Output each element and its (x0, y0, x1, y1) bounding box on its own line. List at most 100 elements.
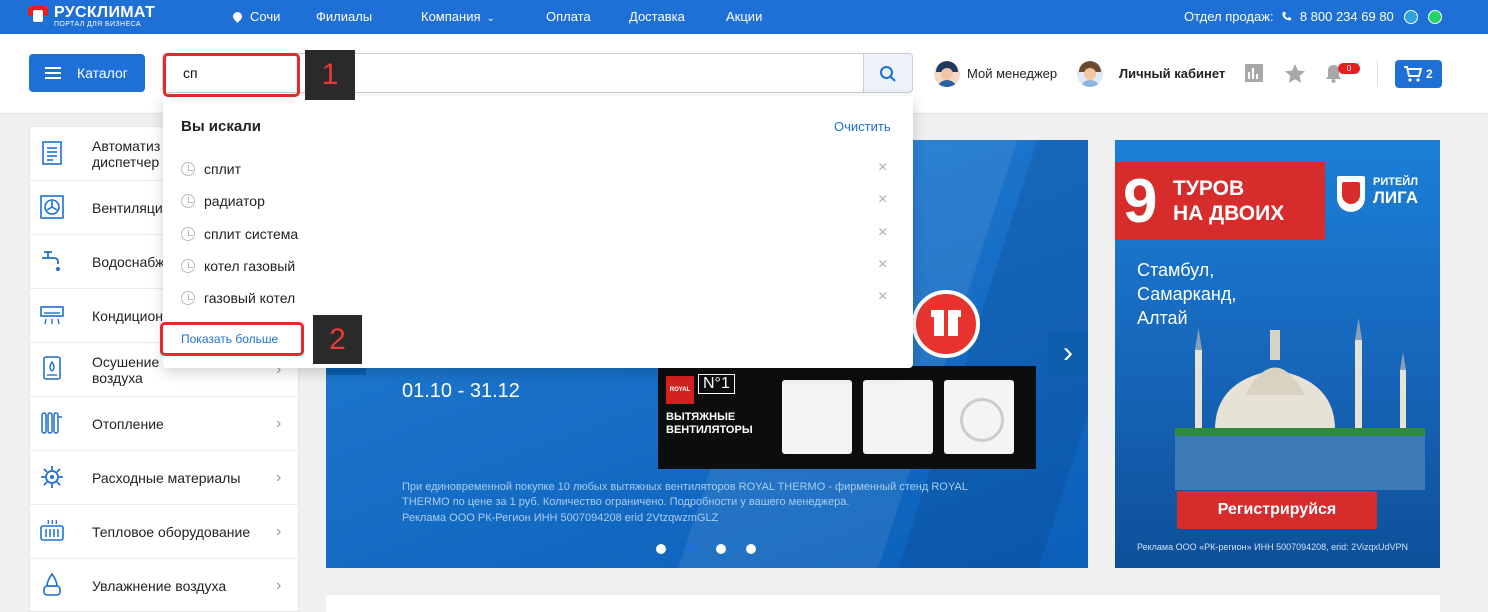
menu-icon (45, 67, 61, 79)
logo[interactable]: РУСКЛИМАТ ПОРТАЛ ДЛЯ БИЗНЕСА (28, 4, 178, 30)
chevron-right-icon: › (276, 415, 282, 432)
history-item-label: котел газовый (204, 258, 296, 274)
sales-label: Отдел продаж: (1184, 9, 1274, 24)
air-conditioner-icon (40, 306, 64, 325)
catalog-label: Каталог (77, 65, 128, 81)
gear-icon (41, 466, 63, 488)
liga-label-small: РИТЕЙЛ (1373, 176, 1418, 188)
history-item-label: радиатор (204, 193, 265, 209)
chevron-right-icon: › (276, 577, 282, 594)
mosque-illustration (1175, 318, 1425, 490)
gift-icon (912, 290, 980, 358)
notifications-badge: 0 (1338, 63, 1360, 74)
slider-dot[interactable] (716, 544, 726, 554)
register-button[interactable]: Регистрируйся (1177, 491, 1377, 529)
annotation-number-1: 1 (305, 50, 355, 100)
telegram-icon[interactable] (1404, 10, 1418, 24)
nav-branches[interactable]: Филиалы (316, 9, 372, 24)
logo-mark-icon (28, 6, 48, 26)
annotation-number-2: 2 (313, 315, 362, 364)
sidebar-item-consumables[interactable]: Расходные материалы › (30, 451, 300, 505)
automation-icon (42, 141, 62, 165)
sales-phone[interactable]: Отдел продаж: 8 800 234 69 80 (1184, 9, 1394, 24)
slider-dot[interactable] (656, 544, 666, 554)
remove-history-icon[interactable]: × (878, 224, 887, 242)
sidebar-item-label: Отопление (92, 416, 164, 432)
clock-icon (181, 227, 195, 241)
banner-date: 01.10 - 31.12 (402, 380, 520, 402)
heater-icon (40, 519, 64, 541)
whatsapp-icon[interactable] (1428, 10, 1442, 24)
remove-history-icon[interactable]: × (878, 288, 887, 306)
humidifier-icon (43, 572, 61, 596)
my-manager-link[interactable]: Мой менеджер (967, 66, 1057, 81)
cabinet-avatar[interactable] (1077, 61, 1103, 87)
header-divider (1377, 61, 1378, 87)
top-bar: РУСКЛИМАТ ПОРТАЛ ДЛЯ БИЗНЕСА Сочи Филиал… (0, 0, 1488, 34)
clock-icon (181, 291, 195, 305)
history-item-label: сплит (204, 161, 241, 177)
history-item[interactable]: котел газовый × (181, 256, 895, 278)
slider-dot-active[interactable] (686, 544, 696, 554)
history-item-label: сплит система (204, 226, 299, 242)
product-panel: ROYAL N°1 ВЫТЯЖНЫЕ ВЕНТИЛЯТОРЫ (658, 366, 1036, 469)
favorites-star-icon[interactable] (1285, 64, 1305, 83)
search-button[interactable] (863, 53, 913, 93)
product-title: ВЫТЯЖНЫЕ ВЕНТИЛЯТОРЫ (666, 411, 753, 436)
nav-delivery[interactable]: Доставка (629, 9, 685, 24)
fan-product-image (782, 380, 852, 454)
clock-icon (181, 162, 195, 176)
banner-disclaimer: При единовременной покупке 10 любых вытя… (402, 481, 968, 508)
cart-icon (1404, 66, 1422, 82)
catalog-button[interactable]: Каталог (29, 54, 145, 92)
nav-company-label: Компания (421, 9, 481, 24)
number-one-badge: N°1 (698, 374, 735, 394)
liga-label-big: ЛИГА (1373, 188, 1418, 207)
sidebar-item-thermal-equipment[interactable]: Тепловое оборудование › (30, 505, 300, 559)
clear-history-button[interactable]: Очистить (834, 119, 891, 134)
promo-number: 9 (1123, 167, 1158, 236)
content-strip (326, 595, 1440, 612)
remove-history-icon[interactable]: × (878, 159, 887, 177)
city-selector[interactable]: Сочи (231, 9, 281, 24)
history-item[interactable]: радиатор × (181, 191, 895, 213)
cart-button[interactable]: 2 (1395, 60, 1442, 88)
clock-icon (181, 194, 195, 208)
sidebar-item-humidification[interactable]: Увлажнение воздуха › (30, 559, 300, 612)
sales-phone-number: 8 800 234 69 80 (1299, 9, 1394, 24)
ventilation-icon (40, 195, 64, 219)
remove-history-icon[interactable]: × (878, 191, 887, 209)
sidebar-item-label: Увлажнение воздуха (92, 578, 227, 594)
history-item[interactable]: сплит система × (181, 224, 895, 246)
nav-promotions[interactable]: Акции (726, 9, 762, 24)
cart-count: 2 (1426, 67, 1433, 81)
remove-history-icon[interactable]: × (878, 256, 887, 274)
personal-cabinet-link[interactable]: Личный кабинет (1119, 66, 1225, 81)
city-label: Сочи (250, 9, 281, 24)
fan-product-image (944, 380, 1014, 454)
slider-next-button[interactable]: › (1048, 334, 1088, 374)
history-item[interactable]: газовый котел × (181, 288, 895, 310)
chevron-right-icon: › (276, 523, 282, 540)
side-promo-banner[interactable]: 9 ТУРОВ НА ДВОИХ РИТЕЙЛ ЛИГА Стамбул, Са… (1115, 140, 1440, 568)
nav-company[interactable]: Компания ⌄ (421, 9, 495, 24)
history-item-label: газовый котел (204, 290, 296, 306)
radiator-icon (41, 412, 62, 434)
slider-dot[interactable] (746, 544, 756, 554)
annotation-box-1 (163, 53, 300, 97)
sidebar-item-label: Расходные материалы (92, 470, 241, 486)
logo-subtitle: ПОРТАЛ ДЛЯ БИЗНЕСА (54, 21, 141, 28)
logo-name: РУСКЛИМАТ (54, 4, 156, 21)
search-icon (880, 66, 896, 82)
sidebar-item-heating[interactable]: Отопление › (30, 397, 300, 451)
royal-brand-logo: ROYAL (666, 376, 694, 404)
history-item[interactable]: сплит × (181, 159, 895, 181)
clock-icon (181, 259, 195, 273)
history-title: Вы искали (181, 118, 261, 135)
dehumidifier-icon (43, 356, 61, 380)
promo-title: ТУРОВ НА ДВОИХ (1173, 177, 1285, 225)
manager-avatar[interactable] (934, 61, 960, 87)
sidebar-item-label: Тепловое оборудование (92, 524, 251, 540)
compare-chart-icon[interactable] (1245, 64, 1263, 82)
nav-payment[interactable]: Оплата (546, 9, 591, 24)
